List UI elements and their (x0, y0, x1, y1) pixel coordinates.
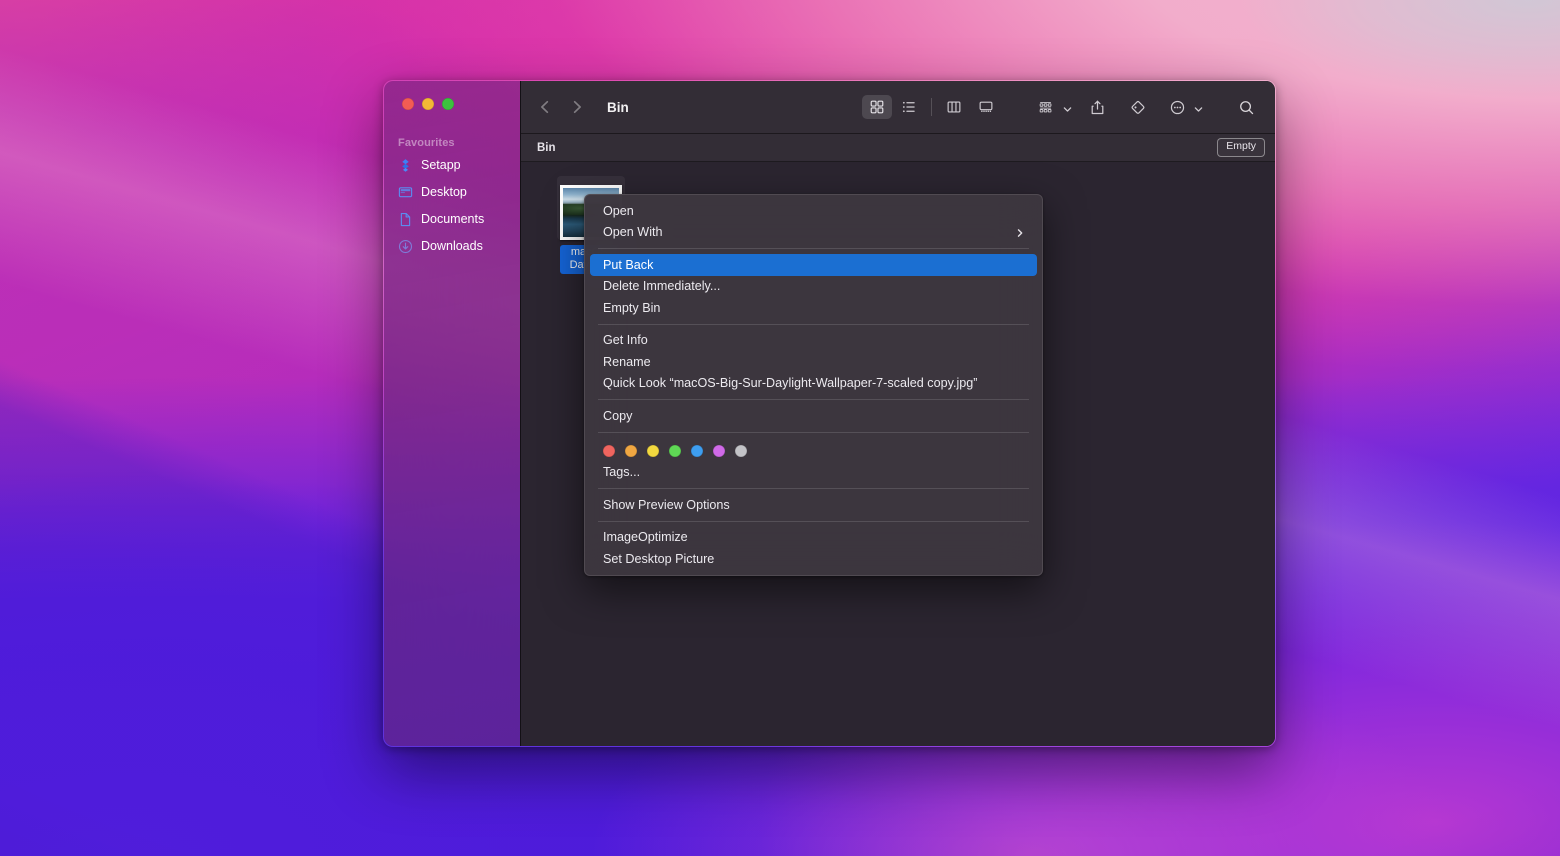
navigation-arrows (537, 99, 585, 115)
menu-item-label: Set Desktop Picture (603, 551, 715, 566)
zoom-button[interactable] (442, 98, 454, 110)
menu-item-show-preview-options[interactable]: Show Preview Options (590, 494, 1037, 516)
menu-item-label: Open With (603, 225, 663, 240)
tag-purple-dot[interactable] (713, 444, 725, 457)
downloads-icon (398, 239, 413, 254)
icon-view-button[interactable] (862, 95, 892, 119)
path-bar: Bin Empty (521, 134, 1275, 162)
minimize-button[interactable] (422, 98, 434, 110)
menu-separator (598, 399, 1029, 400)
list-view-button[interactable] (894, 95, 924, 119)
back-chevron-icon[interactable] (537, 99, 553, 115)
menu-item-put-back[interactable]: Put Back (590, 254, 1037, 276)
menu-item-delete-immediately[interactable]: Delete Immediately... (590, 276, 1037, 298)
breadcrumb: Bin (537, 141, 556, 154)
menu-separator (598, 488, 1029, 489)
tag-green-dot[interactable] (669, 444, 681, 457)
menu-separator (598, 323, 1029, 325)
tag-orange-dot[interactable] (625, 444, 637, 457)
chevron-right-icon (1015, 227, 1025, 238)
menu-separator (598, 431, 1029, 433)
tag-blue-dot[interactable] (691, 444, 703, 457)
tag-color-row (590, 438, 1037, 462)
close-button[interactable] (402, 98, 414, 110)
search-icon[interactable] (1231, 95, 1261, 119)
menu-item-set-desktop-picture[interactable]: Set Desktop Picture (590, 548, 1037, 570)
menu-item-label: Rename (603, 354, 651, 369)
empty-bin-button[interactable]: Empty (1217, 138, 1265, 157)
menu-item-tags[interactable]: Tags... (590, 462, 1037, 484)
column-view-button[interactable] (939, 95, 969, 119)
menu-item-label: Show Preview Options (603, 497, 730, 512)
gallery-view-button[interactable] (971, 95, 1001, 119)
share-icon[interactable] (1082, 95, 1112, 119)
menu-separator (598, 248, 1029, 249)
sidebar-item-label: Downloads (421, 239, 483, 254)
tag-gray-dot[interactable] (735, 444, 747, 457)
menu-item-label: Empty Bin (603, 300, 661, 315)
tag-red-dot[interactable] (603, 444, 615, 457)
tag-yellow-dot[interactable] (647, 444, 659, 457)
menu-item-open[interactable]: Open (590, 200, 1037, 222)
documents-icon (398, 212, 413, 227)
menu-item-label: Tags... (603, 465, 641, 480)
group-by-icon[interactable] (1031, 95, 1061, 119)
menu-item-label: Delete Immediately... (603, 279, 721, 294)
sidebar-section-favourites: Favourites (398, 137, 455, 149)
page-title: Bin (607, 99, 629, 115)
group-by-control[interactable] (1031, 95, 1072, 119)
chevron-down-icon[interactable] (1193, 102, 1203, 112)
menu-item-open-with[interactable]: Open With (590, 222, 1037, 244)
sidebar: Favourites Setapp Desktop Documents Down… (384, 81, 520, 746)
menu-item-quick-look[interactable]: Quick Look “macOS-Big-Sur-Daylight-Wallp… (590, 373, 1037, 395)
toolbar-divider (931, 98, 932, 116)
sidebar-item-documents[interactable]: Documents (392, 206, 512, 233)
forward-chevron-icon[interactable] (569, 99, 585, 115)
toolbar-right-group (862, 95, 1261, 119)
window-controls (384, 81, 520, 110)
sidebar-item-desktop[interactable]: Desktop (392, 179, 512, 206)
more-actions-icon[interactable] (1162, 95, 1192, 119)
toolbar: Bin (521, 81, 1275, 134)
menu-item-label: ImageOptimize (603, 530, 688, 545)
desktop: Favourites Setapp Desktop Documents Down… (0, 0, 1560, 856)
view-mode-segmented-control (862, 95, 1001, 119)
sidebar-item-setapp[interactable]: Setapp (392, 152, 512, 179)
menu-item-label: Get Info (603, 333, 648, 348)
setapp-icon (398, 158, 413, 173)
menu-item-empty-bin[interactable]: Empty Bin (590, 297, 1037, 319)
menu-item-label: Open (603, 203, 634, 218)
menu-item-image-optimize[interactable]: ImageOptimize (590, 527, 1037, 549)
sidebar-item-label: Desktop (421, 185, 467, 200)
menu-separator (598, 520, 1029, 522)
menu-item-rename[interactable]: Rename (590, 351, 1037, 373)
context-menu: Open Open With Put Back Delete Immediate… (584, 194, 1043, 576)
desktop-icon (398, 185, 413, 200)
more-actions-control[interactable] (1162, 95, 1203, 119)
menu-item-label: Copy (603, 408, 633, 423)
menu-item-get-info[interactable]: Get Info (590, 330, 1037, 352)
menu-item-label: Put Back (603, 257, 654, 272)
sidebar-item-downloads[interactable]: Downloads (392, 233, 512, 260)
tag-icon[interactable] (1122, 95, 1152, 119)
sidebar-item-label: Documents (421, 212, 485, 227)
chevron-down-icon[interactable] (1062, 102, 1072, 112)
menu-item-label: Quick Look “macOS-Big-Sur-Daylight-Wallp… (603, 376, 978, 391)
menu-item-copy[interactable]: Copy (590, 405, 1037, 427)
sidebar-item-label: Setapp (421, 158, 461, 173)
